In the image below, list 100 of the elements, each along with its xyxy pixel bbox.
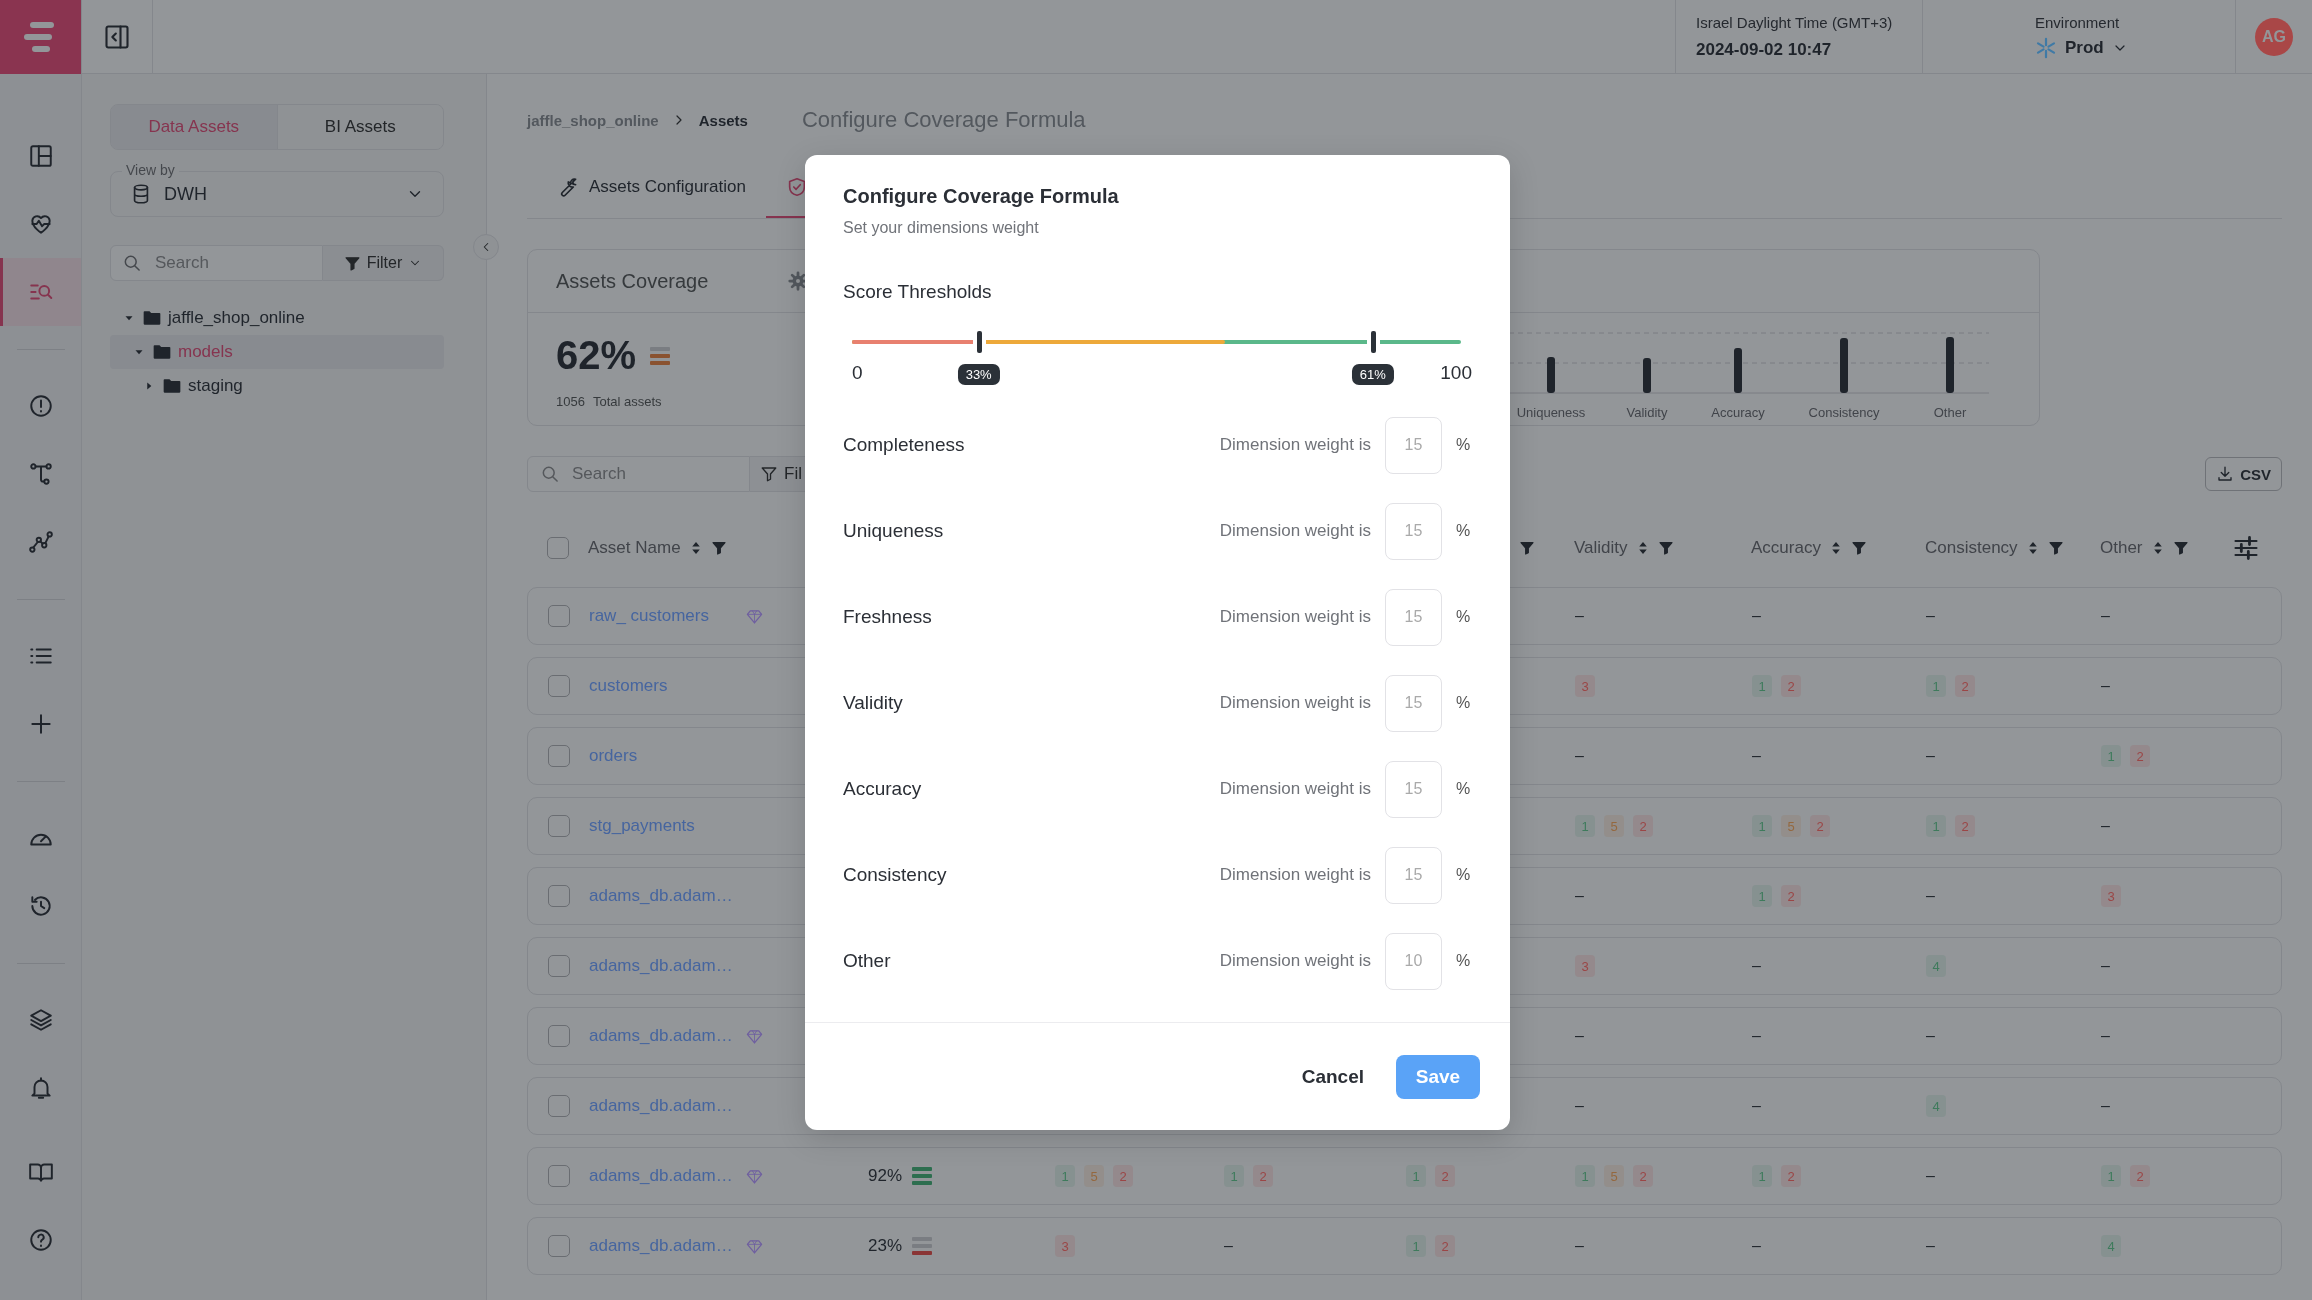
timezone-label: Israel Daylight Time (GMT+3) — [1696, 13, 1894, 31]
count-badge: 2 — [1435, 1165, 1455, 1187]
coverage-value: 62% — [556, 333, 637, 378]
empty-value: – — [2101, 677, 2110, 695]
total-label: Total assets — [592, 394, 662, 409]
count-badge: 2 — [1810, 815, 1830, 837]
empty-value: – — [1926, 1027, 1935, 1045]
weight-label: Dimension weight is — [1219, 607, 1371, 627]
count-badge: 1 — [1752, 815, 1772, 837]
count-badge: 3 — [2101, 885, 2121, 907]
card-title: Assets Coverage — [556, 269, 710, 293]
count-badge: 5 — [1781, 815, 1801, 837]
weight-label: Dimension weight is — [1219, 951, 1371, 971]
chart-label: Validity — [1626, 405, 1668, 420]
count-badge: 2 — [1113, 1165, 1133, 1187]
chart-label: Accuracy — [1711, 405, 1765, 420]
empty-value: – — [2101, 607, 2110, 625]
coverage-score: 92% — [868, 1166, 903, 1186]
dimension-name: Uniqueness — [843, 520, 945, 542]
count-badge: 4 — [1926, 1095, 1946, 1117]
empty-value: – — [1752, 1027, 1761, 1045]
count-badge: 3 — [1575, 955, 1595, 977]
weight-label: Dimension weight is — [1219, 521, 1371, 541]
weight-label: Dimension weight is — [1219, 693, 1371, 713]
empty-value: – — [1926, 1167, 1935, 1185]
empty-value: – — [1224, 1237, 1233, 1255]
empty-value: – — [1926, 747, 1935, 765]
empty-value: – — [1926, 1237, 1935, 1255]
breadcrumb-item: Assets — [698, 111, 748, 129]
count-badge: 4 — [1926, 955, 1946, 977]
count-badge: 1 — [1752, 885, 1772, 907]
tree-label: staging — [188, 376, 243, 396]
count-badge: 2 — [1435, 1235, 1455, 1257]
dimension-name: Validity — [843, 692, 904, 714]
count-badge: 2 — [1633, 815, 1653, 837]
modal-subtitle: Set your dimensions weight — [843, 218, 1040, 238]
current-datetime: 2024-09-02 10:47 — [1696, 39, 1833, 60]
count-badge: 1 — [1752, 675, 1772, 697]
field-label: View by — [122, 162, 179, 178]
count-badge: 2 — [1633, 1165, 1653, 1187]
empty-value: – — [1575, 607, 1584, 625]
empty-value: – — [2101, 1027, 2110, 1045]
empty-value: – — [2101, 1097, 2110, 1115]
count-badge: 1 — [1926, 675, 1946, 697]
empty-value: – — [1752, 607, 1761, 625]
empty-value: – — [1575, 747, 1584, 765]
percent-unit: % — [1456, 866, 1472, 884]
count-badge: 1 — [2101, 745, 2121, 767]
empty-value: – — [1575, 1027, 1584, 1045]
empty-value: – — [1752, 747, 1761, 765]
count-badge: 1 — [1406, 1235, 1426, 1257]
percent-unit: % — [1456, 522, 1472, 540]
count-badge: 1 — [1926, 815, 1946, 837]
count-badge: 3 — [1055, 1235, 1075, 1257]
count-badge: 2 — [1955, 675, 1975, 697]
modal-title: Configure Coverage Formula — [843, 184, 1120, 209]
page-title: Configure Coverage Formula — [801, 107, 1086, 133]
chart-label: Consistency — [1808, 405, 1880, 420]
slider-max-label: 100 — [1440, 362, 1472, 384]
total-count: 1056 — [556, 394, 585, 409]
dimension-name: Freshness — [843, 606, 933, 628]
count-badge: 1 — [1406, 1165, 1426, 1187]
count-badge: 1 — [1575, 815, 1595, 837]
percent-unit: % — [1456, 780, 1472, 798]
empty-value: – — [1575, 887, 1584, 905]
weight-label: Dimension weight is — [1219, 865, 1371, 885]
count-badge: 1 — [1055, 1165, 1075, 1187]
chart-label: Uniqueness — [1516, 405, 1586, 420]
environment-label: Environment — [2035, 14, 2121, 31]
empty-value: – — [1752, 957, 1761, 975]
slider-min-label: 0 — [852, 362, 863, 384]
count-badge: 2 — [1781, 675, 1801, 697]
dimension-name: Consistency — [843, 864, 948, 886]
count-badge: 2 — [1955, 815, 1975, 837]
empty-value: – — [1926, 607, 1935, 625]
tree-label: jaffle_shop_online — [168, 308, 305, 328]
empty-value: – — [2101, 957, 2110, 975]
handle-value: 61% — [1351, 364, 1394, 385]
dimension-name: Completeness — [843, 434, 966, 456]
percent-unit: % — [1456, 436, 1472, 454]
empty-value: – — [1575, 1097, 1584, 1115]
count-badge: 1 — [2101, 1165, 2121, 1187]
empty-value: – — [1752, 1097, 1761, 1115]
coverage-score: 23% — [868, 1236, 903, 1256]
percent-unit: % — [1456, 694, 1472, 712]
count-badge: 2 — [1781, 885, 1801, 907]
tree-label: models — [178, 342, 233, 362]
count-badge: 3 — [1575, 675, 1595, 697]
count-badge: 1 — [1752, 1165, 1772, 1187]
count-badge: 5 — [1604, 1165, 1624, 1187]
handle-value: 33% — [957, 364, 1000, 385]
count-badge: 5 — [1604, 815, 1624, 837]
dimension-name: Other — [843, 950, 892, 972]
empty-value: – — [1575, 1237, 1584, 1255]
count-badge: 5 — [1084, 1165, 1104, 1187]
dimension-name: Accuracy — [843, 778, 923, 800]
percent-unit: % — [1456, 608, 1472, 626]
empty-value: – — [1926, 887, 1935, 905]
empty-value: – — [1752, 1237, 1761, 1255]
count-badge: 2 — [2130, 745, 2150, 767]
